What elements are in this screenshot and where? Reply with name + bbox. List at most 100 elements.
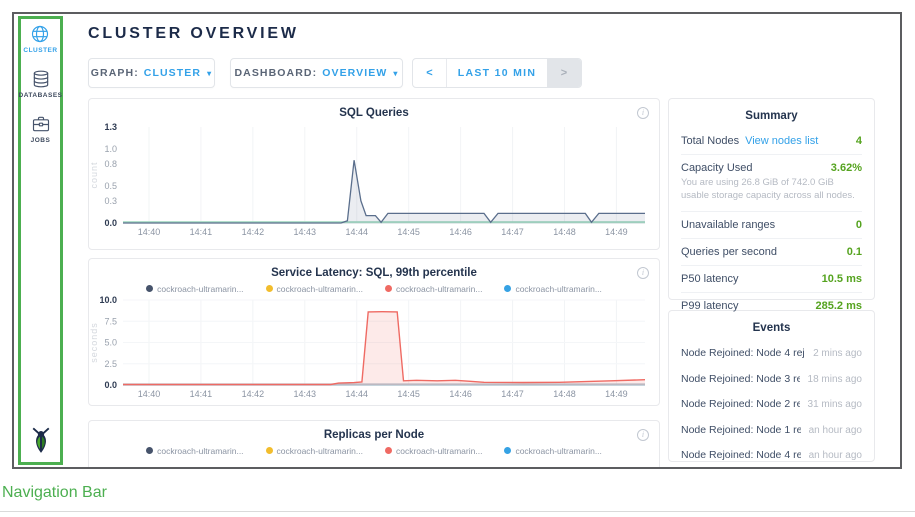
chevron-down-icon: ▾	[393, 69, 398, 78]
summary-row-capacity: Capacity Used 3.62% You are using 26.8 G…	[681, 155, 862, 212]
navigation-bar: CLUSTER DATABASES	[18, 16, 63, 465]
svg-text:14:42: 14:42	[242, 227, 265, 237]
svg-text:14:41: 14:41	[190, 389, 213, 399]
event-time: 2 mins ago	[813, 348, 862, 359]
cockroachdb-logo	[27, 426, 55, 459]
dashboard-dropdown-value: OVERVIEW	[322, 67, 387, 79]
event-text: Node Rejoined: Node 4 rej...	[681, 347, 805, 359]
svg-text:14:41: 14:41	[190, 227, 213, 237]
row-label: P50 latency	[681, 273, 738, 285]
event-text: Node Rejoined: Node 1 rej...	[681, 424, 801, 436]
sidebar-item-label: JOBS	[31, 137, 51, 144]
svg-text:14:46: 14:46	[449, 227, 472, 237]
events-title: Events	[681, 311, 862, 340]
globe-icon	[30, 24, 50, 44]
page-title: CLUSTER OVERVIEW	[88, 25, 299, 43]
capacity-used-label: Capacity Used	[681, 162, 753, 174]
legend-item: cockroach-ultramarin...	[146, 282, 243, 295]
sidebar-item-jobs[interactable]: JOBS	[31, 114, 51, 144]
sql-queries-plot[interactable]: 14:4014:4114:4214:4314:4414:4514:4614:47…	[89, 119, 659, 241]
database-icon	[31, 69, 51, 89]
graph-dropdown[interactable]: GRAPH: CLUSTER ▾	[88, 58, 215, 88]
sidebar-item-cluster[interactable]: CLUSTER	[23, 24, 57, 54]
summary-row-unavailable-ranges: Unavailable ranges 0	[681, 212, 862, 239]
svg-text:14:49: 14:49	[605, 227, 628, 237]
event-text: Node Rejoined: Node 4 rej...	[681, 449, 801, 461]
svg-text:14:42: 14:42	[242, 389, 265, 399]
replicas-per-node-plot[interactable]: 14:4014:4114:4214:4314:4414:4514:4614:47…	[89, 457, 659, 469]
right-column: Summary Total Nodes View nodes list 4 Ca…	[668, 98, 875, 462]
event-text: Node Rejoined: Node 2 rej...	[681, 398, 800, 410]
summary-row-p50-latency: P50 latency 10.5 ms	[681, 266, 862, 293]
svg-text:14:49: 14:49	[605, 389, 628, 399]
capacity-note: You are using 26.8 GiB of 742.0 GiB usab…	[681, 177, 862, 203]
svg-text:14:40: 14:40	[138, 389, 161, 399]
legend-item: cockroach-ultramarin...	[385, 282, 482, 295]
svg-text:0.0: 0.0	[104, 218, 117, 228]
info-icon[interactable]: i	[637, 107, 649, 119]
svg-text:14:40: 14:40	[138, 227, 161, 237]
event-text: Node Rejoined: Node 3 rej...	[681, 373, 800, 385]
svg-text:0.5: 0.5	[104, 181, 117, 191]
svg-text:0.0: 0.0	[104, 380, 117, 390]
time-range-selector: < LAST 10 MIN >	[412, 58, 582, 88]
svg-text:14:46: 14:46	[449, 389, 472, 399]
legend-dot	[385, 285, 392, 292]
svg-text:14:45: 14:45	[397, 227, 420, 237]
svg-text:14:47: 14:47	[501, 389, 524, 399]
chart-title: SQL Queries	[89, 99, 659, 119]
time-range-prev-button[interactable]: <	[413, 59, 447, 87]
time-range-label[interactable]: LAST 10 MIN	[447, 59, 547, 87]
svg-text:14:43: 14:43	[294, 227, 317, 237]
event-row: Node Rejoined: Node 2 rej... 31 mins ago	[681, 391, 862, 417]
event-row: Node Rejoined: Node 3 rej... 18 mins ago	[681, 366, 862, 392]
info-icon[interactable]: i	[637, 267, 649, 279]
legend-item: cockroach-ultramarin...	[385, 444, 482, 457]
legend-item: cockroach-ultramarin...	[504, 444, 601, 457]
svg-text:14:43: 14:43	[294, 389, 317, 399]
svg-text:14:48: 14:48	[553, 227, 576, 237]
svg-text:seconds: seconds	[89, 322, 99, 363]
row-value: 0	[856, 219, 862, 231]
row-label: Queries per second	[681, 246, 777, 258]
legend-dot	[146, 285, 153, 292]
svg-text:14:48: 14:48	[553, 389, 576, 399]
total-nodes-value: 4	[856, 135, 862, 147]
replicas-per-node-chart-card: Replicas per Node i cockroach-ultramarin…	[88, 420, 660, 469]
row-label: P99 latency	[681, 300, 738, 312]
events-panel: Events Node Rejoined: Node 4 rej... 2 mi…	[668, 310, 875, 462]
admin-ui-window: CLUSTER DATABASES	[12, 12, 902, 469]
view-nodes-list-link[interactable]: View nodes list	[745, 135, 856, 147]
capacity-used-value: 3.62%	[831, 162, 862, 174]
svg-text:1.3: 1.3	[104, 122, 117, 132]
legend-item: cockroach-ultramarin...	[266, 444, 363, 457]
service-latency-plot[interactable]: 14:4014:4114:4214:4314:4414:4514:4614:47…	[89, 295, 659, 401]
info-icon[interactable]: i	[637, 429, 649, 441]
event-row: Node Rejoined: Node 4 rej... an hour ago	[681, 442, 862, 468]
charts-column: SQL Queries i 14:4014:4114:4214:4314:441…	[88, 98, 660, 469]
service-latency-chart-card: Service Latency: SQL, 99th percentile i …	[88, 258, 660, 406]
summary-row-total-nodes: Total Nodes View nodes list 4	[681, 128, 862, 155]
toolbar: GRAPH: CLUSTER ▾ DASHBOARD: OVERVIEW ▾ <…	[88, 58, 582, 88]
row-label: Unavailable ranges	[681, 219, 775, 231]
sidebar-item-label: DATABASES	[19, 92, 63, 99]
summary-panel: Summary Total Nodes View nodes list 4 Ca…	[668, 98, 875, 300]
annotation-navigation-bar-label: Navigation Bar	[2, 484, 107, 502]
svg-text:5.0: 5.0	[104, 338, 117, 348]
summary-title: Summary	[681, 99, 862, 128]
svg-text:1.0: 1.0	[104, 144, 117, 154]
svg-text:2.5: 2.5	[104, 359, 117, 369]
graph-dropdown-label: GRAPH:	[91, 67, 139, 79]
briefcase-icon	[31, 114, 51, 134]
dashboard-dropdown[interactable]: DASHBOARD: OVERVIEW ▾	[230, 58, 403, 88]
chart-legend: cockroach-ultramarin... cockroach-ultram…	[89, 444, 659, 457]
row-value: 10.5 ms	[822, 273, 862, 285]
svg-text:10.0: 10.0	[99, 295, 117, 305]
sidebar-item-databases[interactable]: DATABASES	[19, 69, 63, 99]
legend-item: cockroach-ultramarin...	[266, 282, 363, 295]
svg-text:14:44: 14:44	[345, 389, 368, 399]
row-value: 0.1	[847, 246, 862, 258]
dashboard-dropdown-label: DASHBOARD:	[234, 67, 317, 79]
screenshot: CLUSTER DATABASES	[0, 0, 915, 517]
divider	[0, 511, 915, 512]
